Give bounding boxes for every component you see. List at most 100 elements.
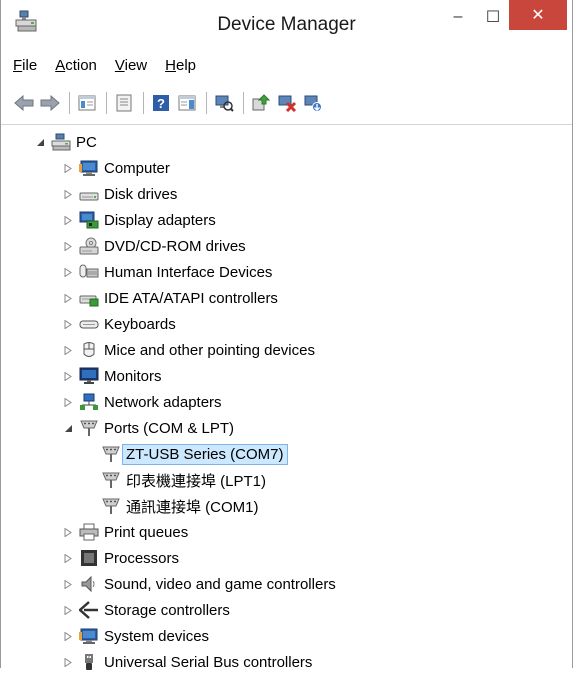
menu-action[interactable]: Action — [55, 57, 97, 74]
storage-controller-icon — [79, 600, 99, 620]
collapsed-triangle-icon[interactable] — [61, 213, 75, 227]
tree-item-sound-video[interactable]: Sound, video and game controllers — [61, 571, 336, 597]
expanded-triangle-icon[interactable] — [61, 421, 75, 435]
tree-label: Print queues — [104, 523, 189, 541]
display-adapter-icon — [79, 210, 99, 230]
port-icon — [79, 418, 99, 438]
toolbar-separator — [69, 92, 70, 114]
tree-item-keyboards[interactable]: Keyboards — [61, 311, 176, 337]
tree-label: PC — [76, 133, 97, 151]
menu-bar: File Action View Help — [1, 52, 572, 78]
tree-item-mice[interactable]: Mice and other pointing devices — [61, 337, 315, 363]
port-icon — [101, 470, 121, 490]
tree-label: Mice and other pointing devices — [104, 341, 315, 359]
update-driver-icon[interactable] — [250, 92, 272, 114]
menu-action-mnemonic: A — [55, 56, 66, 74]
tree-label: Human Interface Devices — [104, 263, 273, 281]
disk-drive-icon — [79, 184, 99, 204]
toolbar: ? — [1, 84, 572, 122]
tree-label: Disk drives — [104, 185, 178, 203]
tree-label: Processors — [104, 549, 180, 567]
toolbar-separator — [106, 92, 107, 114]
collapsed-triangle-icon[interactable] — [61, 395, 75, 409]
port-icon — [101, 444, 121, 464]
properties-pane-icon[interactable] — [76, 92, 98, 114]
collapsed-triangle-icon[interactable] — [61, 317, 75, 331]
tree-item-computer[interactable]: Computer — [61, 155, 170, 181]
menu-file[interactable]: File — [13, 57, 37, 74]
computer-icon — [79, 158, 99, 178]
collapsed-triangle-icon[interactable] — [61, 187, 75, 201]
collapsed-triangle-icon[interactable] — [61, 577, 75, 591]
hid-icon — [79, 262, 99, 282]
tree-item-print-queues[interactable]: Print queues — [61, 519, 188, 545]
tree-item-system-devices[interactable]: System devices — [61, 623, 209, 649]
scan-hardware-icon[interactable] — [213, 92, 235, 114]
tree-item-storage-controllers[interactable]: Storage controllers — [61, 597, 230, 623]
help-icon[interactable]: ? — [150, 92, 172, 114]
collapsed-triangle-icon[interactable] — [61, 369, 75, 383]
collapsed-triangle-icon[interactable] — [61, 629, 75, 643]
menu-help[interactable]: Help — [165, 57, 196, 74]
tree-item-monitors[interactable]: Monitors — [61, 363, 162, 389]
tree-label: 通訊連接埠 (COM1) — [126, 498, 259, 516]
tree-item-processors[interactable]: Processors — [61, 545, 179, 571]
tree-item-network-adapters[interactable]: Network adapters — [61, 389, 222, 415]
menu-help-mnemonic: H — [165, 56, 176, 74]
system-devices-icon — [79, 626, 99, 646]
action-pane-icon[interactable] — [176, 92, 198, 114]
tree-item-port-lpt1[interactable]: 印表機連接埠 (LPT1) — [101, 467, 266, 493]
tree-label: Computer — [104, 159, 170, 177]
collapsed-triangle-icon[interactable] — [61, 655, 75, 669]
keyboard-icon — [79, 314, 99, 334]
tree-label: ZT-USB Series (COM7) — [122, 443, 288, 465]
ide-controller-icon — [79, 288, 99, 308]
back-icon[interactable] — [13, 92, 35, 114]
tree-label: DVD/CD-ROM drives — [104, 237, 246, 255]
collapsed-triangle-icon[interactable] — [61, 239, 75, 253]
close-button[interactable]: ✕ — [509, 0, 567, 30]
tree-label: Sound, video and game controllers — [104, 575, 336, 593]
properties-icon[interactable] — [113, 92, 135, 114]
collapsed-triangle-icon[interactable] — [61, 291, 75, 305]
uninstall-icon[interactable] — [276, 92, 298, 114]
network-adapter-icon — [79, 392, 99, 412]
tree-root-pc[interactable]: PC — [33, 129, 97, 155]
menu-view[interactable]: View — [115, 57, 147, 74]
tree-item-display-adapters[interactable]: Display adapters — [61, 207, 216, 233]
device-tree: PC Computer Disk drives Display adapters… — [1, 125, 572, 671]
usb-icon — [79, 652, 99, 672]
collapsed-triangle-icon[interactable] — [61, 551, 75, 565]
tree-label: IDE ATA/ATAPI controllers — [104, 289, 278, 307]
tree-label: Ports (COM & LPT) — [104, 419, 235, 437]
device-manager-window: Device Manager – ☐ ✕ File Action View He… — [0, 0, 573, 671]
collapsed-triangle-icon[interactable] — [61, 343, 75, 357]
menu-view-label: iew — [124, 56, 148, 74]
collapsed-triangle-icon[interactable] — [61, 525, 75, 539]
tree-label: Keyboards — [104, 315, 176, 333]
tree-label: Display adapters — [104, 211, 216, 229]
tree-item-hid[interactable]: Human Interface Devices — [61, 259, 272, 285]
enable-device-icon[interactable] — [302, 92, 324, 114]
collapsed-triangle-icon[interactable] — [61, 603, 75, 617]
tree-item-port-com7[interactable]: ZT-USB Series (COM7) — [101, 441, 288, 467]
tree-item-ide-controllers[interactable]: IDE ATA/ATAPI controllers — [61, 285, 278, 311]
mouse-icon — [79, 340, 99, 360]
collapsed-triangle-icon[interactable] — [61, 161, 75, 175]
maximize-button[interactable]: ☐ — [472, 2, 514, 32]
tree-label: Monitors — [104, 367, 162, 385]
tree-label: 印表機連接埠 (LPT1) — [126, 472, 267, 490]
collapsed-triangle-icon[interactable] — [61, 265, 75, 279]
dvd-drive-icon — [79, 236, 99, 256]
tree-item-ports[interactable]: Ports (COM & LPT) — [61, 415, 234, 441]
menu-view-mnemonic: V — [114, 56, 125, 74]
port-icon — [101, 496, 121, 516]
title-bar[interactable]: Device Manager – ☐ ✕ — [1, 0, 572, 46]
tree-item-usb-controllers[interactable]: Universal Serial Bus controllers — [61, 649, 312, 675]
toolbar-separator — [143, 92, 144, 114]
expanded-triangle-icon[interactable] — [33, 135, 47, 149]
forward-icon[interactable] — [39, 92, 61, 114]
tree-item-disk-drives[interactable]: Disk drives — [61, 181, 177, 207]
tree-item-dvd-drives[interactable]: DVD/CD-ROM drives — [61, 233, 246, 259]
tree-item-port-com1[interactable]: 通訊連接埠 (COM1) — [101, 493, 259, 519]
